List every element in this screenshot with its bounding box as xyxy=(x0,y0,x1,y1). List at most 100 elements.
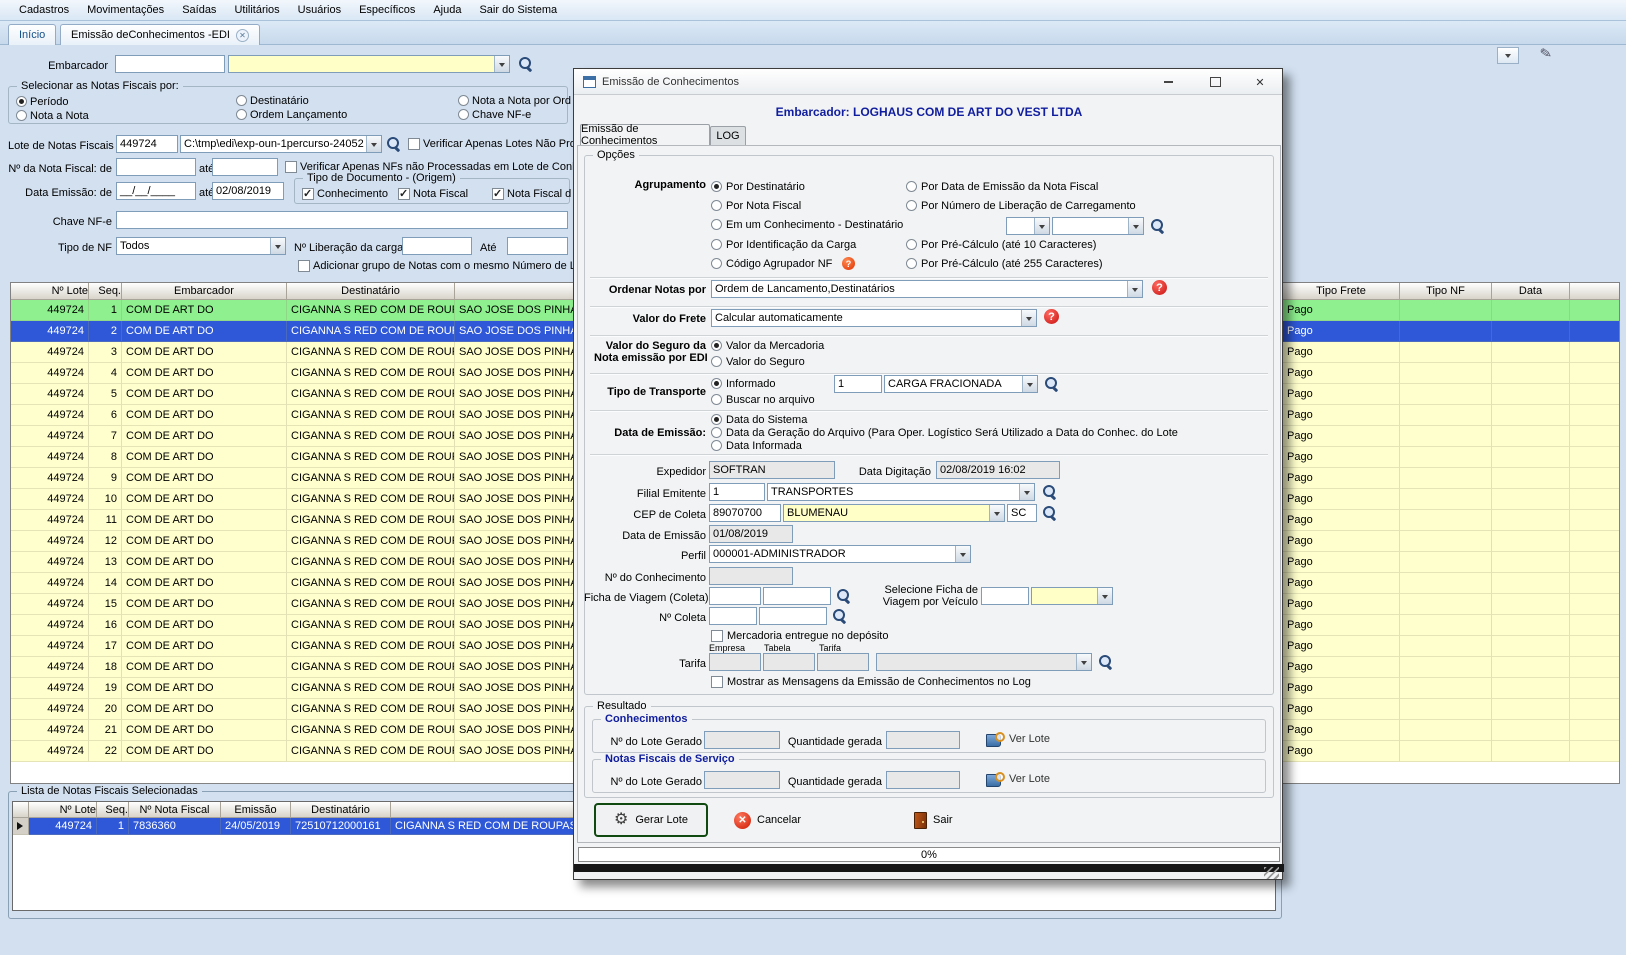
ficha-veiculo-select[interactable] xyxy=(1031,587,1113,605)
expedidor-input[interactable]: SOFTRAN xyxy=(709,461,835,479)
ordenar-select[interactable]: Ordem de Lancamento,Destinatários xyxy=(711,280,1143,298)
menu-usuarios[interactable]: Usuários xyxy=(289,1,350,19)
tarifa-tabela-input[interactable] xyxy=(763,653,815,671)
lote-gerado-nfs-input[interactable] xyxy=(704,771,780,789)
radio-nota-por-ordem[interactable] xyxy=(458,95,469,106)
search-coleta-icon[interactable] xyxy=(832,608,848,624)
help-icon[interactable] xyxy=(842,257,855,270)
menu-sair-do-sistema[interactable]: Sair do Sistema xyxy=(470,1,566,19)
valor-frete-select[interactable]: Calcular automaticamente xyxy=(711,309,1037,327)
coleta-input-1[interactable] xyxy=(709,607,757,625)
radio-codigo-agrupador[interactable] xyxy=(711,258,722,269)
tarifa-tarifa-input[interactable] xyxy=(817,653,869,671)
lote-gerado-input[interactable] xyxy=(704,731,780,749)
close-tab-icon[interactable] xyxy=(236,29,249,42)
cep-cidade-select[interactable]: BLUMENAU xyxy=(783,504,1005,522)
checkbox-nota-fiscal[interactable] xyxy=(398,188,410,200)
chevron-down-icon[interactable] xyxy=(1019,484,1034,500)
lote-input[interactable]: 449724 xyxy=(116,135,178,153)
radio-por-destinatario[interactable] xyxy=(711,181,722,192)
ver-lote-nfs-button[interactable]: Ver Lote xyxy=(986,769,1050,789)
radio-por-identificacao[interactable] xyxy=(711,239,722,250)
panel-dropdown-icon[interactable] xyxy=(1497,47,1519,64)
radio-por-data-emissao[interactable] xyxy=(906,181,917,192)
col-header-lote[interactable]: Nº Lote xyxy=(11,283,89,300)
perfil-select[interactable]: 000001-ADMINISTRADOR xyxy=(709,545,971,563)
chave-nfe-input[interactable] xyxy=(116,211,568,229)
sair-button[interactable]: Sair xyxy=(914,807,978,833)
chevron-down-icon[interactable] xyxy=(1128,218,1143,234)
radio-nota-a-nota[interactable] xyxy=(16,110,27,121)
num-conhecimento-input[interactable] xyxy=(709,567,793,585)
conhecimento-select-1[interactable] xyxy=(1006,217,1050,235)
radio-valor-mercadoria[interactable] xyxy=(711,340,722,351)
chevron-down-icon[interactable] xyxy=(1021,310,1036,326)
col-header-embarcador[interactable]: Embarcador xyxy=(122,283,287,300)
data-de-input[interactable]: __/__/____ xyxy=(116,182,196,200)
ficha-veiculo-input[interactable] xyxy=(981,587,1029,605)
filial-select[interactable]: TRANSPORTES xyxy=(767,483,1035,501)
dialog-tab-log[interactable]: LOG xyxy=(710,126,746,145)
chevron-down-icon[interactable] xyxy=(270,238,285,254)
tarifa-empresa-input[interactable] xyxy=(709,653,761,671)
menu-utilitarios[interactable]: Utilitários xyxy=(225,1,288,19)
menu-especificos[interactable]: Específicos xyxy=(350,1,424,19)
search-embarcador-icon[interactable] xyxy=(518,56,534,72)
zoom-icon[interactable] xyxy=(1098,654,1114,670)
gerar-lote-button[interactable]: Gerar Lote xyxy=(594,803,708,837)
tipo-nf-select[interactable]: Todos xyxy=(116,237,286,255)
minimize-button[interactable] xyxy=(1154,72,1182,92)
menu-saidas[interactable]: Saídas xyxy=(173,1,225,19)
checkbox-grupo-notas[interactable] xyxy=(298,260,310,272)
transporte-tipo-select[interactable]: CARGA FRACIONADA xyxy=(884,375,1038,393)
nf-de-input[interactable] xyxy=(116,158,196,176)
radio-pre-calculo-255[interactable] xyxy=(906,258,917,269)
ficha-input-1[interactable] xyxy=(709,587,761,605)
quantidade-input[interactable] xyxy=(886,731,960,749)
chevron-down-icon[interactable] xyxy=(955,546,970,562)
radio-buscar-arquivo[interactable] xyxy=(711,394,722,405)
checkbox-mostrar-mensagens[interactable] xyxy=(711,676,723,688)
radio-informado[interactable] xyxy=(711,378,722,389)
radio-data-geracao[interactable] xyxy=(711,427,722,438)
embarcador-code-input[interactable] xyxy=(115,55,225,73)
close-button[interactable] xyxy=(1246,72,1274,92)
radio-ordem-lancamento[interactable] xyxy=(236,109,247,120)
chevron-down-icon[interactable] xyxy=(494,56,509,72)
radio-pre-calculo-10[interactable] xyxy=(906,239,917,250)
tarifa-select[interactable] xyxy=(876,653,1092,671)
cep-uf-input[interactable]: SC xyxy=(1007,504,1037,522)
resize-grip[interactable] xyxy=(1264,867,1279,879)
chevron-down-icon[interactable] xyxy=(989,505,1004,521)
ver-lote-button[interactable]: Ver Lote xyxy=(986,729,1050,749)
menu-movimentacoes[interactable]: Movimentações xyxy=(78,1,173,19)
col-header-destinatario[interactable]: Destinatário xyxy=(291,802,391,818)
search-lote-icon[interactable] xyxy=(386,136,402,152)
cep-input[interactable]: 89070700 xyxy=(709,504,781,522)
col-header-lote[interactable]: Nº Lote xyxy=(29,802,97,818)
checkbox-nota-fiscal-d[interactable] xyxy=(492,188,504,200)
help-icon[interactable] xyxy=(1152,280,1167,295)
checkbox-lotes-nao-processados[interactable] xyxy=(408,138,420,150)
chevron-down-icon[interactable] xyxy=(366,136,381,152)
search-filial-icon[interactable] xyxy=(1042,484,1058,500)
radio-destinatario[interactable] xyxy=(236,95,247,106)
search-cep-icon[interactable] xyxy=(1042,505,1058,521)
radio-data-sistema[interactable] xyxy=(711,414,722,425)
dialog-titlebar[interactable]: Emissão de Conhecimentos xyxy=(574,69,1282,95)
checkbox-mercadoria-deposito[interactable] xyxy=(711,630,723,642)
chevron-down-icon[interactable] xyxy=(1127,281,1142,297)
tab-emissao-edi[interactable]: Emissão deConhecimentos -EDI xyxy=(60,24,260,45)
quantidade-nfs-input[interactable] xyxy=(886,771,960,789)
col-header-seq[interactable]: Seq. xyxy=(97,802,129,818)
lote-path-select[interactable]: C:\tmp\edi\exp-oun-1percurso-2405201 xyxy=(180,135,382,153)
chevron-down-icon[interactable] xyxy=(1034,218,1049,234)
menu-cadastros[interactable]: Cadastros xyxy=(10,1,78,19)
tab-inicio[interactable]: Início xyxy=(8,24,56,45)
liberacao-ate-input[interactable] xyxy=(507,237,568,255)
chevron-down-icon[interactable] xyxy=(1076,654,1091,670)
search-transporte-icon[interactable] xyxy=(1044,376,1060,392)
checkbox-nfs-nao-processadas[interactable] xyxy=(285,161,297,173)
transporte-codigo-input[interactable]: 1 xyxy=(834,375,882,393)
col-header-destinatario[interactable]: Destinatário xyxy=(287,283,455,300)
